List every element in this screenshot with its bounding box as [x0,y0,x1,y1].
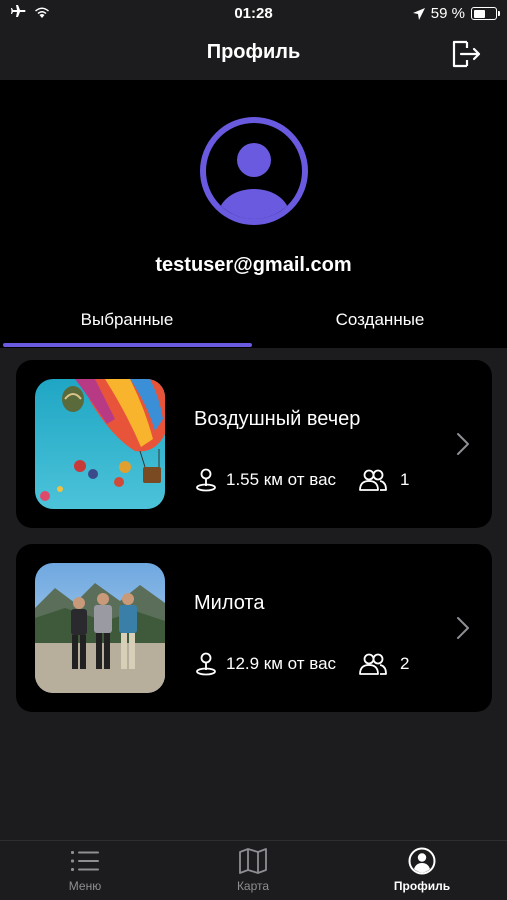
people-icon [359,653,387,675]
nav-bar: Профиль [0,28,507,80]
tab-indicator [3,343,252,347]
event-participants: 1 [400,470,410,489]
event-thumbnail [35,563,165,693]
event-thumbnail [35,379,165,509]
chevron-right-icon [457,433,469,455]
location-pin-icon [196,652,216,676]
page-title: Профиль [206,41,301,63]
map-icon [239,848,267,874]
event-distance: 12.9 км от вас [226,654,337,673]
tab-selected[interactable]: Выбранные [0,310,254,330]
tab-menu-label: Меню [68,879,102,893]
people-icon [359,469,387,491]
profile-icon [408,847,436,875]
bottom-tab-bar: Меню Карта Профиль [0,840,507,900]
battery-percent: 59 % [430,5,465,22]
friends-photo [35,563,165,693]
location-arrow-icon [412,7,425,20]
event-title: Милота [194,592,265,614]
segment-tabs: Выбранные Созданные [0,302,507,348]
event-participants: 2 [400,654,410,673]
tab-map-label: Карта [236,879,270,893]
tab-profile-label: Профиль [393,879,451,893]
battery-level [473,9,486,18]
status-bar: 01:28 59 % [0,0,507,28]
event-title: Воздушный вечер [194,408,361,430]
tab-menu[interactable]: Меню [25,847,145,893]
status-right: 59 % [412,5,500,22]
tab-map[interactable]: Карта [193,847,313,893]
list-icon [71,851,99,871]
chevron-right-icon [457,617,469,639]
battery-icon [471,7,500,20]
event-distance: 1.55 км от вас [226,470,337,489]
tab-profile[interactable]: Профиль [362,847,482,893]
event-card[interactable]: Воздушный вечер 1.55 км от вас 1 [16,360,492,528]
event-meta: 12.9 км от вас 2 [194,652,410,676]
user-email: testuser@gmail.com [155,254,352,276]
profile-header: testuser@gmail.com Выбранные Созданные [0,80,507,348]
location-pin-icon [196,468,216,492]
avatar [200,117,308,225]
balloons-photo [35,379,165,509]
event-card[interactable]: Милота 12.9 км от вас 2 [16,544,492,712]
event-meta: 1.55 км от вас 1 [194,468,410,492]
logout-icon[interactable] [449,37,483,71]
tab-created[interactable]: Созданные [253,310,507,330]
